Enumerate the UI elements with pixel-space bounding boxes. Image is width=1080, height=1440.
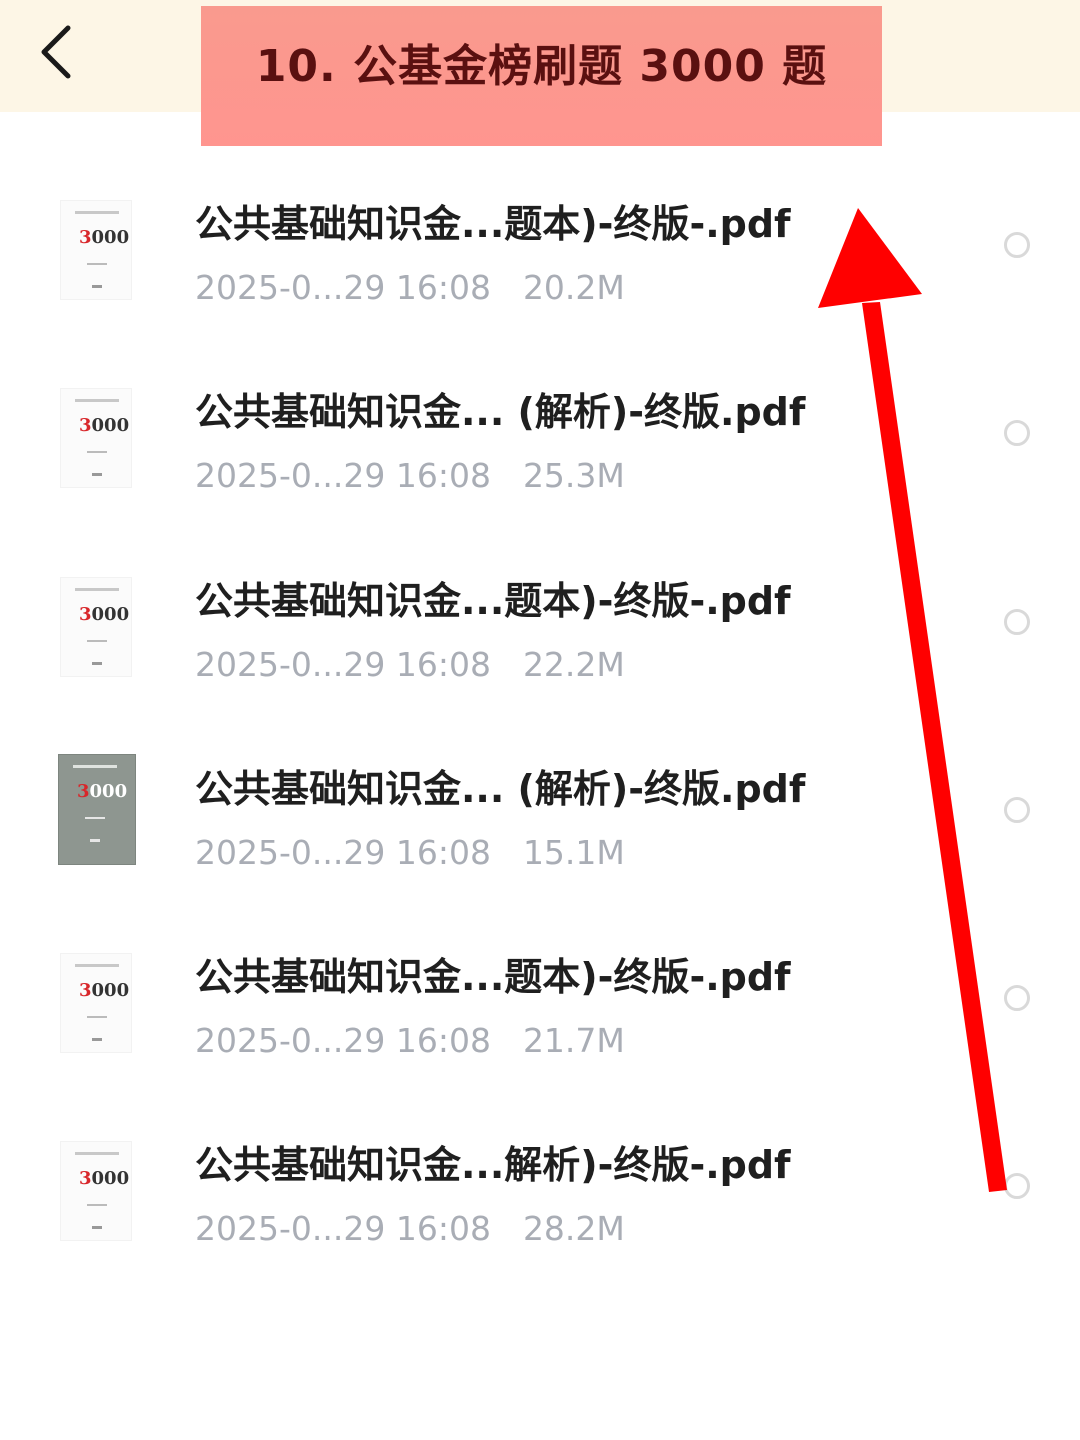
file-size: 21.7M bbox=[522, 1021, 625, 1060]
pdf-thumbnail: 3000 bbox=[58, 754, 136, 865]
file-date: 2025-0...29 16:08 bbox=[195, 1021, 491, 1060]
file-meta: 2025-0...29 16:08 28.2M bbox=[195, 1209, 625, 1248]
file-meta: 2025-0...29 16:08 20.2M bbox=[195, 268, 625, 307]
file-list-item[interactable]: 3000 公共基础知识金...题本)-终版-.pdf 2025-0...29 1… bbox=[0, 542, 1080, 702]
file-size: 20.2M bbox=[522, 268, 625, 307]
file-date: 2025-0...29 16:08 bbox=[195, 1209, 491, 1248]
file-meta: 2025-0...29 16:08 21.7M bbox=[195, 1021, 625, 1060]
file-meta: 2025-0...29 16:08 15.1M bbox=[195, 833, 625, 872]
file-meta: 2025-0...29 16:08 25.3M bbox=[195, 456, 625, 495]
file-name: 公共基础知识金...题本)-终版-.pdf bbox=[195, 202, 791, 246]
file-date: 2025-0...29 16:08 bbox=[195, 833, 491, 872]
file-list-item[interactable]: 3000 公共基础知识金...解析)-终版-.pdf 2025-0...29 1… bbox=[0, 1106, 1080, 1266]
select-radio[interactable] bbox=[1004, 609, 1030, 635]
chevron-left-icon bbox=[41, 25, 71, 79]
file-size: 22.2M bbox=[522, 645, 625, 684]
select-radio[interactable] bbox=[1004, 985, 1030, 1011]
file-date: 2025-0...29 16:08 bbox=[195, 456, 491, 495]
select-radio[interactable] bbox=[1004, 420, 1030, 446]
pdf-thumbnail: 3000 bbox=[60, 577, 132, 677]
select-radio[interactable] bbox=[1004, 1173, 1030, 1199]
file-size: 28.2M bbox=[522, 1209, 625, 1248]
select-radio[interactable] bbox=[1004, 797, 1030, 823]
file-name: 公共基础知识金... (解析)-终版.pdf bbox=[195, 390, 806, 434]
select-radio[interactable] bbox=[1004, 232, 1030, 258]
file-list-item[interactable]: 3000 公共基础知识金... (解析)-终版.pdf 2025-0...29 … bbox=[0, 730, 1080, 890]
file-list-item[interactable]: 3000 公共基础知识金...题本)-终版-.pdf 2025-0...29 1… bbox=[0, 918, 1080, 1078]
file-list-item[interactable]: 3000 公共基础知识金... (解析)-终版.pdf 2025-0...29 … bbox=[0, 353, 1080, 513]
file-name: 公共基础知识金...题本)-终版-.pdf bbox=[195, 579, 791, 623]
file-name: 公共基础知识金... (解析)-终版.pdf bbox=[195, 767, 806, 811]
pdf-thumbnail: 3000 bbox=[60, 953, 132, 1053]
file-list-item[interactable]: 3000 公共基础知识金...题本)-终版-.pdf 2025-0...29 1… bbox=[0, 165, 1080, 325]
file-meta: 2025-0...29 16:08 22.2M bbox=[195, 645, 625, 684]
back-button[interactable] bbox=[30, 22, 82, 82]
file-name: 公共基础知识金...解析)-终版-.pdf bbox=[195, 1143, 791, 1187]
file-size: 15.1M bbox=[522, 833, 625, 872]
title-highlight-banner: 10. 公基金榜刷题 3000 题 bbox=[201, 6, 882, 146]
file-date: 2025-0...29 16:08 bbox=[195, 268, 491, 307]
file-date: 2025-0...29 16:08 bbox=[195, 645, 491, 684]
pdf-thumbnail: 3000 bbox=[60, 200, 132, 300]
pdf-thumbnail: 3000 bbox=[60, 1141, 132, 1241]
page-title: 10. 公基金榜刷题 3000 题 bbox=[255, 41, 828, 92]
file-name: 公共基础知识金...题本)-终版-.pdf bbox=[195, 955, 791, 999]
file-size: 25.3M bbox=[522, 456, 625, 495]
pdf-thumbnail: 3000 bbox=[60, 388, 132, 488]
